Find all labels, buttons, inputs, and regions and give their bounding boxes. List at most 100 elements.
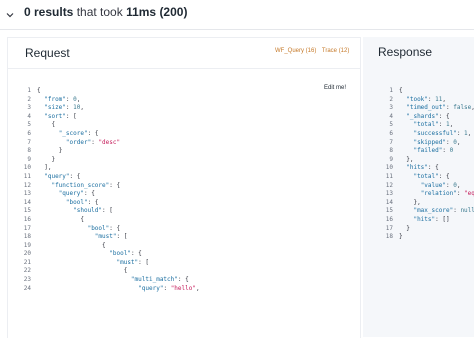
request-code-token: "bool" bbox=[87, 224, 110, 232]
request-code-line-number: 15 bbox=[23, 207, 31, 215]
request-code-line: 22 { bbox=[19, 267, 200, 276]
request-code-line-number: 24 bbox=[23, 284, 31, 292]
request-code-token: "query" bbox=[58, 190, 84, 198]
request-code-token: : { bbox=[69, 172, 81, 180]
request-code-line-number: 10 bbox=[23, 164, 31, 172]
request-code-line: 23 "multi_match": { bbox=[19, 276, 200, 285]
request-code-token: "query" bbox=[44, 172, 70, 180]
request-title: Request bbox=[25, 46, 70, 60]
request-code-line-number: 6 bbox=[27, 129, 31, 137]
request-code-token: "must" bbox=[94, 233, 117, 241]
request-code-line-number: 13 bbox=[23, 190, 31, 198]
request-code-token: } bbox=[58, 147, 63, 155]
response-code-line-number: 14 bbox=[385, 198, 393, 206]
request-code-line-number: 1 bbox=[27, 87, 31, 94]
request-code-token: : { bbox=[109, 181, 121, 189]
chevron-down-icon[interactable] bbox=[5, 7, 15, 25]
request-code-token: "must" bbox=[116, 258, 139, 266]
wf-query-link[interactable]: WF_Query (16) bbox=[275, 48, 316, 54]
request-code-line: 16 { bbox=[19, 216, 200, 225]
request-code-token: { bbox=[102, 241, 106, 249]
response-code-line: 4 "_shards": { bbox=[381, 113, 474, 122]
request-code-token: "order" bbox=[65, 138, 92, 146]
request-code-token: : { bbox=[87, 129, 99, 137]
request-code-line: 20 "bool": { bbox=[19, 250, 200, 259]
request-code-line: 19 { bbox=[19, 242, 200, 251]
request-code-token: { bbox=[51, 121, 56, 129]
request-code-line: 11 "query": { bbox=[19, 173, 200, 182]
response-code-line: 16 "hits": [] bbox=[381, 216, 474, 225]
request-code-line: 21 "must": [ bbox=[19, 259, 200, 268]
request-code-line-number: 5 bbox=[27, 121, 31, 129]
response-code-token: , bbox=[449, 121, 454, 129]
response-code-token: : bbox=[456, 190, 465, 198]
request-code-line-number: 4 bbox=[27, 112, 31, 120]
response-code-line-number: 11 bbox=[385, 172, 393, 180]
response-code-token: , bbox=[467, 129, 472, 137]
response-code-line: 8 "failed": 0 bbox=[381, 147, 474, 156]
results-connector: that took bbox=[73, 5, 127, 19]
request-code-line-number: 12 bbox=[23, 181, 31, 189]
request-code-line-number: 3 bbox=[27, 104, 31, 112]
request-code-token: { bbox=[80, 215, 84, 223]
trace-link[interactable]: Trace (12) bbox=[322, 48, 349, 54]
request-code-token: "bool" bbox=[65, 198, 88, 206]
response-code-line: 18} bbox=[381, 233, 474, 242]
response-code-token: "hits" bbox=[406, 164, 428, 172]
results-header: 0 results that took 11ms (200) bbox=[0, 0, 474, 28]
request-code-line-number: 17 bbox=[23, 224, 31, 232]
request-code-line-number: 2 bbox=[27, 95, 31, 103]
request-code-line: 6 "_score": { bbox=[19, 130, 200, 139]
request-code-token: "desc" bbox=[98, 138, 121, 146]
header-divider bbox=[0, 29, 474, 30]
response-code-line-number: 15 bbox=[385, 207, 393, 215]
request-code-line: 18 "must": [ bbox=[19, 233, 200, 242]
response-code-token: "successful" bbox=[413, 129, 457, 137]
request-code-token: { bbox=[123, 267, 128, 275]
request-code-token: "function_score" bbox=[51, 181, 110, 189]
request-code-line-number: 14 bbox=[23, 198, 31, 206]
request-code-line: 3 "size": 10, bbox=[19, 104, 200, 113]
response-code-token: }, bbox=[406, 155, 414, 163]
request-code-token: "hello" bbox=[170, 284, 196, 292]
response-code-line: 13 "relation": "eq" bbox=[381, 190, 474, 199]
request-code-token: : bbox=[163, 284, 171, 292]
request-code-line: 14 "bool": { bbox=[19, 199, 200, 208]
response-code-token: "took" bbox=[406, 95, 428, 103]
request-code-line: 10 ], bbox=[19, 164, 200, 173]
edit-me-button[interactable]: Edit me! bbox=[324, 85, 346, 91]
request-code-token: "sort" bbox=[44, 112, 66, 120]
request-code-token: , bbox=[80, 104, 85, 112]
request-code-line: 1{ bbox=[19, 87, 200, 96]
request-code-line: 15 "should": [ bbox=[19, 207, 200, 216]
response-code-token: : bbox=[442, 147, 450, 155]
response-code-line-number: 9 bbox=[389, 155, 393, 163]
response-code-line-number: 7 bbox=[389, 138, 393, 146]
request-code-token: : [ bbox=[138, 258, 150, 266]
response-code-token: "hits" bbox=[413, 215, 436, 223]
request-code-line: 7 "order": "desc" bbox=[19, 139, 200, 148]
request-code-line: 4 "sort": [ bbox=[19, 113, 200, 122]
response-code-line-number: 17 bbox=[385, 224, 393, 232]
response-code-token: , bbox=[442, 95, 447, 103]
request-code-line-number: 20 bbox=[23, 250, 31, 258]
response-code-token: "relation" bbox=[420, 190, 457, 198]
request-code-token: , bbox=[76, 95, 81, 103]
response-code-token: "timed_out" bbox=[406, 104, 446, 112]
response-code-token: "total" bbox=[413, 172, 439, 180]
response-code-line-number: 18 bbox=[385, 233, 393, 241]
response-code-token: : { bbox=[438, 112, 450, 120]
response-code-viewer: 1{2 "took": 11,3 "timed_out": false,4 "_… bbox=[381, 87, 474, 242]
response-code-line: 1{ bbox=[381, 87, 474, 96]
request-code-line-number: 19 bbox=[23, 241, 31, 249]
request-code-token: } bbox=[51, 155, 56, 163]
request-code-token: : { bbox=[109, 224, 121, 232]
response-code-token: , bbox=[456, 181, 461, 189]
response-code-token: } bbox=[406, 224, 410, 232]
request-code-editor[interactable]: 1{2 "from": 0, 3 "size": 10, 4 "sort": [5 … bbox=[19, 87, 200, 293]
request-code-line-number: 18 bbox=[23, 233, 31, 241]
request-code-line-number: 11 bbox=[23, 172, 31, 180]
results-took: 11ms bbox=[126, 5, 157, 19]
response-code-token: "eq" bbox=[464, 190, 474, 198]
request-code-token: , bbox=[195, 284, 200, 292]
